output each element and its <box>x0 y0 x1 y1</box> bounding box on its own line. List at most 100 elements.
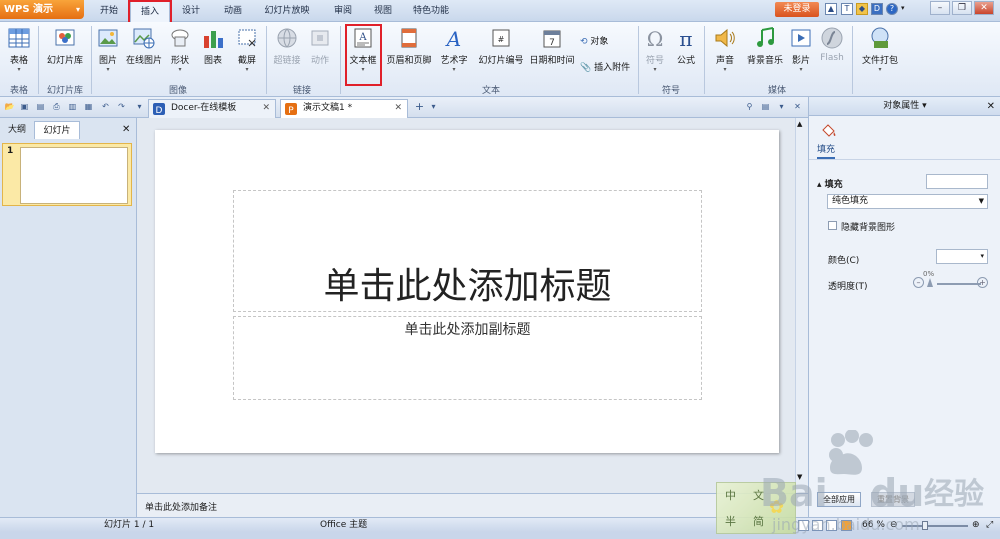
slide-library-button[interactable]: 幻灯片库 <box>42 26 88 82</box>
print-icon[interactable]: ⎙ <box>51 101 62 112</box>
undo-icon[interactable]: ↶ <box>100 101 111 112</box>
shield-icon[interactable]: ◆ <box>856 3 868 15</box>
chevron-down-icon[interactable]: ▾ <box>901 4 905 12</box>
group-divider <box>91 26 92 94</box>
shirt-icon[interactable]: T <box>841 3 853 15</box>
formula-button[interactable]: π 公式 <box>672 26 700 82</box>
wps-app-menu-button[interactable]: WPS 演示 ▾ <box>0 0 84 19</box>
customize-quick-access-icon[interactable]: ▾ <box>134 101 145 112</box>
close-icon[interactable]: ✕ <box>974 1 994 15</box>
movie-icon <box>791 29 811 47</box>
attachment-label: 插入附件 <box>594 63 631 73</box>
badge-char: 中 <box>725 489 736 502</box>
open-folder-icon[interactable]: 📂 <box>4 101 15 112</box>
close-tab-icon[interactable]: ✕ <box>394 100 402 117</box>
flash-icon <box>821 27 843 49</box>
datetime-label: 日期和时间 <box>529 56 575 66</box>
tab-outline[interactable]: 大纲 <box>2 121 32 139</box>
hyperlink-button[interactable]: 超链接 <box>270 26 304 82</box>
attachment-button[interactable]: 📎 插入附件 <box>580 60 630 76</box>
color-label: 颜色(C) <box>828 256 860 266</box>
tab-presentation[interactable]: P 演示文稿1 * ✕ <box>280 99 408 118</box>
transparency-slider[interactable] <box>937 283 981 285</box>
sound-label: 声音 <box>715 56 734 66</box>
chevron-down-icon[interactable]: ▾ <box>428 101 439 112</box>
symbol-button[interactable]: Ω 符号 ▾ <box>642 26 668 82</box>
slide-library-icon <box>55 29 75 46</box>
fill-type-select[interactable]: 纯色填充 ▼ <box>827 194 988 209</box>
notes-pane[interactable]: 单击此处添加备注 <box>137 493 808 517</box>
close-panel-icon[interactable]: ✕ <box>122 124 130 135</box>
pin-icon[interactable]: ⚲ <box>744 101 755 112</box>
baidu-jingyan-watermark-logo: Bai du 经验 jingyan.baidu.com <box>760 430 984 534</box>
minus-icon[interactable]: – <box>913 277 924 288</box>
tab-design[interactable]: 设计 <box>174 0 208 22</box>
picture-icon <box>98 29 118 47</box>
tab-docer-label: Docer-在线模板 <box>171 103 237 113</box>
flash-button[interactable]: Flash <box>818 26 846 82</box>
tab-start[interactable]: 开始 <box>92 0 126 22</box>
tab-animation[interactable]: 动画 <box>216 0 250 22</box>
shape-button[interactable]: 形状 ▾ <box>166 26 194 82</box>
save-icon[interactable]: ▣ <box>19 101 30 112</box>
screenshot-button[interactable]: 截屏 ▾ <box>232 26 262 82</box>
close-doc-icon[interactable]: ✕ <box>792 101 803 112</box>
slide-title-text: 单击此处添加标题 <box>323 266 612 307</box>
wordart-icon: A <box>445 27 461 50</box>
tab-slideshow[interactable]: 幻灯片放映 <box>258 0 316 22</box>
chevron-down-icon[interactable]: ▾ <box>776 101 787 112</box>
chart-label: 图表 <box>203 56 222 66</box>
chart-button[interactable]: 图表 <box>198 26 228 82</box>
table-button[interactable]: 表格 ▾ <box>4 26 34 82</box>
plus-icon[interactable]: + <box>977 277 988 288</box>
wordart-button[interactable]: A 艺术字 ▾ <box>436 26 472 82</box>
transparency-slider-thumb[interactable] <box>927 278 933 287</box>
spellcheck-icon[interactable]: ▦ <box>83 101 94 112</box>
help-icon[interactable]: ? <box>886 3 898 15</box>
sound-button[interactable]: 声音 ▾ <box>708 26 742 82</box>
skin-icon[interactable]: ▲ <box>825 3 837 15</box>
bg-music-button[interactable]: 背景音乐 <box>744 26 786 82</box>
slide-number-button[interactable]: # 幻灯片编号 <box>476 26 526 82</box>
login-button[interactable]: 未登录 <box>775 2 819 17</box>
picture-button[interactable]: 图片 ▾ <box>94 26 122 82</box>
group-label-image: 图像 <box>168 86 187 96</box>
docer-icon[interactable]: D <box>871 3 883 15</box>
omega-icon: Ω <box>647 27 664 50</box>
new-tab-plus-icon[interactable]: + <box>414 101 425 112</box>
minimize-icon[interactable]: – <box>930 1 950 15</box>
close-tab-icon[interactable]: ✕ <box>262 100 270 117</box>
docer-icon: D <box>153 103 165 115</box>
file-package-button[interactable]: 文件打包 ▾ <box>858 26 902 82</box>
title-placeholder[interactable]: 单击此处添加标题 <box>233 190 702 312</box>
tab-review[interactable]: 审阅 <box>326 0 360 22</box>
color-picker[interactable]: ▾ <box>936 249 988 264</box>
movie-button[interactable]: 影片 ▾ <box>788 26 814 82</box>
tab-fill[interactable]: 填充 <box>817 142 836 159</box>
slide-thumbnail[interactable] <box>20 147 128 204</box>
close-icon[interactable]: ✕ <box>987 97 995 116</box>
slide-canvas[interactable]: 单击此处添加标题 单击此处添加副标题 <box>155 130 779 453</box>
hide-bg-checkbox[interactable] <box>828 221 837 230</box>
object-button[interactable]: ⟲ 对象 <box>580 34 608 50</box>
fill-section-label[interactable]: ▴ 填充 <box>817 177 843 190</box>
group-label-text: 文本 <box>481 86 500 96</box>
screenshot-icon <box>238 29 256 47</box>
subtitle-placeholder[interactable]: 单击此处添加副标题 <box>233 316 702 400</box>
export-pdf-icon[interactable]: ▤ <box>35 101 46 112</box>
print-preview-icon[interactable]: ▥ <box>67 101 78 112</box>
scroll-up-icon[interactable]: ▲ <box>797 120 802 128</box>
slide-thumbnail-selected[interactable]: 1 <box>2 143 132 206</box>
tab-special-features[interactable]: 特色功能 <box>406 0 456 22</box>
list-tabs-icon[interactable]: ▤ <box>760 101 771 112</box>
tab-docer-templates[interactable]: D Docer-在线模板 ✕ <box>148 99 276 118</box>
online-picture-button[interactable]: 在线图片 <box>124 26 164 82</box>
action-button[interactable]: 动作 <box>306 26 334 82</box>
tab-view[interactable]: 视图 <box>366 0 400 22</box>
ribbon: 表格 ▾ 表格 幻灯片库 幻灯片库 图片 ▾ 在线图片 形状 ▾ 图表 截屏 ▾ 图像 … <box>0 22 1000 97</box>
restore-icon[interactable]: ❐ <box>952 1 972 15</box>
header-footer-button[interactable]: 页眉和页脚 <box>384 26 434 82</box>
redo-icon[interactable]: ↷ <box>116 101 127 112</box>
datetime-button[interactable]: 7 日期和时间 <box>528 26 576 82</box>
tab-slides[interactable]: 幻灯片 <box>34 121 80 139</box>
